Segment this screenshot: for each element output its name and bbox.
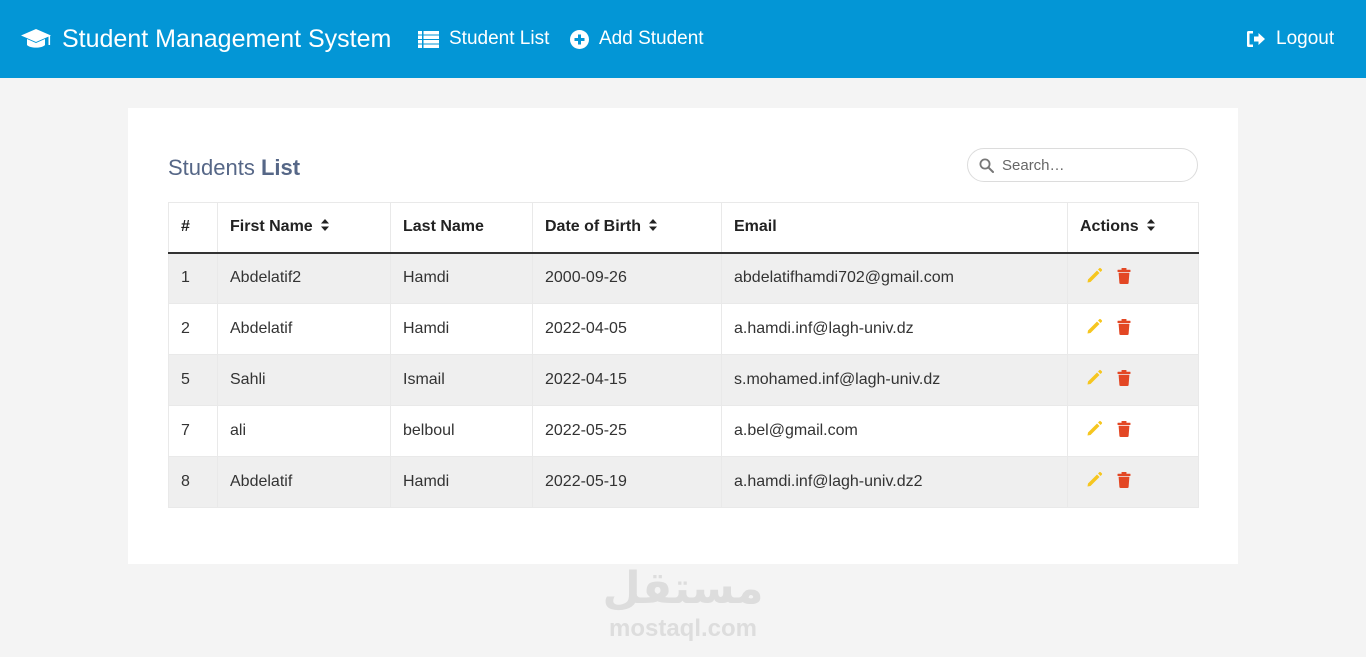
trash-icon[interactable] (1117, 471, 1131, 493)
page-title-prefix: Students (168, 155, 255, 180)
cell-email: a.hamdi.inf@lagh-univ.dz2 (721, 456, 1068, 508)
search-box (967, 148, 1198, 182)
cell-last-name: Hamdi (390, 456, 533, 508)
column-header-label: Actions (1080, 218, 1139, 236)
plus-circle-icon (570, 29, 589, 49)
cell-date-of-birth: 2022-04-15 (532, 354, 722, 406)
logout-button[interactable]: Logout (1246, 24, 1334, 54)
top-navbar: Student Management System Student List A… (0, 0, 1366, 78)
column-header: Last Name (390, 202, 533, 254)
table-row: 7 ali belboul 2022-05-25 a.bel@gmail.com (168, 405, 1199, 457)
nav-student-list[interactable]: Student List (418, 24, 549, 54)
cell-actions (1067, 456, 1199, 508)
cell-actions (1067, 303, 1199, 355)
cell-id: 7 (168, 405, 218, 457)
logout-label: Logout (1276, 28, 1335, 49)
trash-icon[interactable] (1117, 420, 1131, 442)
cell-date-of-birth: 2022-05-25 (532, 405, 722, 457)
brand[interactable]: Student Management System (20, 22, 391, 56)
sort-icon[interactable] (649, 218, 657, 236)
cell-actions (1067, 354, 1199, 406)
cell-last-name: belboul (390, 405, 533, 457)
cell-date-of-birth: 2022-04-05 (532, 303, 722, 355)
column-header[interactable]: Date of Birth (532, 202, 722, 254)
pencil-icon[interactable] (1086, 369, 1103, 391)
table-body: 1 Abdelatif2 Hamdi 2000-09-26 abdelatifhamdi… (168, 252, 1199, 508)
cell-email: a.hamdi.inf@lagh-univ.dz (721, 303, 1068, 355)
trash-icon[interactable] (1117, 267, 1131, 289)
cell-actions (1067, 405, 1199, 457)
nav-add-student-label: Add Student (599, 28, 704, 49)
sign-out-icon (1246, 30, 1266, 48)
column-header[interactable]: First Name (217, 202, 391, 254)
sort-icon[interactable] (320, 218, 329, 236)
table-row: 8 Abdelatif Hamdi 2022-05-19 a.hamdi.inf@lag… (168, 456, 1199, 508)
cell-email: abdelatifhamdi702@gmail.com (721, 252, 1068, 304)
column-header-label: Email (734, 218, 777, 236)
nav-add-student[interactable]: Add Student (570, 24, 704, 54)
cell-id: 1 (168, 252, 218, 304)
cell-date-of-birth: 2022-05-19 (532, 456, 722, 508)
students-table: # First Name Last Name Date of Birth Email Ac… (168, 202, 1199, 508)
trash-icon[interactable] (1117, 318, 1131, 340)
column-header-label: First Name (230, 218, 313, 236)
cell-email: a.bel@gmail.com (721, 405, 1068, 457)
cell-actions (1067, 252, 1199, 304)
cell-id: 5 (168, 354, 218, 406)
trash-icon[interactable] (1117, 369, 1131, 391)
nav-student-list-label: Student List (449, 28, 550, 49)
table-row: 5 Sahli Ismail 2022-04-15 s.mohamed.inf@lagh… (168, 354, 1199, 406)
cell-first-name: Abdelatif2 (217, 252, 391, 304)
table-header-row: # First Name Last Name Date of Birth Email Ac… (168, 202, 1199, 254)
pencil-icon[interactable] (1086, 471, 1103, 493)
students-card: Students List # First Name Last Name Date o… (128, 108, 1238, 564)
column-header-label: Date of Birth (545, 218, 641, 236)
watermark-logo: مستقل (602, 564, 764, 613)
cell-last-name: Hamdi (390, 252, 533, 304)
column-header-label: # (181, 218, 190, 236)
cell-first-name: Abdelatif (217, 303, 391, 355)
cell-date-of-birth: 2000-09-26 (532, 252, 722, 304)
cell-last-name: Ismail (390, 354, 533, 406)
page-title: Students List (168, 155, 300, 181)
cell-first-name: Sahli (217, 354, 391, 406)
column-header: # (168, 202, 218, 254)
cell-id: 2 (168, 303, 218, 355)
search-input[interactable] (1002, 155, 1188, 175)
column-header[interactable]: Actions (1067, 202, 1199, 254)
cell-id: 8 (168, 456, 218, 508)
search-icon (979, 158, 994, 178)
cell-first-name: ali (217, 405, 391, 457)
table-row: 1 Abdelatif2 Hamdi 2000-09-26 abdelatifhamdi… (168, 252, 1199, 304)
watermark-text: mostaql.com (608, 615, 758, 642)
cell-email: s.mohamed.inf@lagh-univ.dz (721, 354, 1068, 406)
column-header: Email (721, 202, 1068, 254)
pencil-icon[interactable] (1086, 267, 1103, 289)
pencil-icon[interactable] (1086, 318, 1103, 340)
mostaql-watermark: مستقل mostaql.com (598, 563, 768, 647)
column-header-label: Last Name (403, 218, 484, 236)
cell-first-name: Abdelatif (217, 456, 391, 508)
page-title-bold: List (260, 155, 301, 180)
table-row: 2 Abdelatif Hamdi 2022-04-05 a.hamdi.inf@lag… (168, 303, 1199, 355)
sort-icon[interactable] (1146, 218, 1155, 236)
graduation-cap-icon (20, 27, 52, 51)
brand-title: Student Management System (62, 24, 392, 53)
cell-last-name: Hamdi (390, 303, 533, 355)
pencil-icon[interactable] (1086, 420, 1103, 442)
list-icon (418, 30, 439, 48)
